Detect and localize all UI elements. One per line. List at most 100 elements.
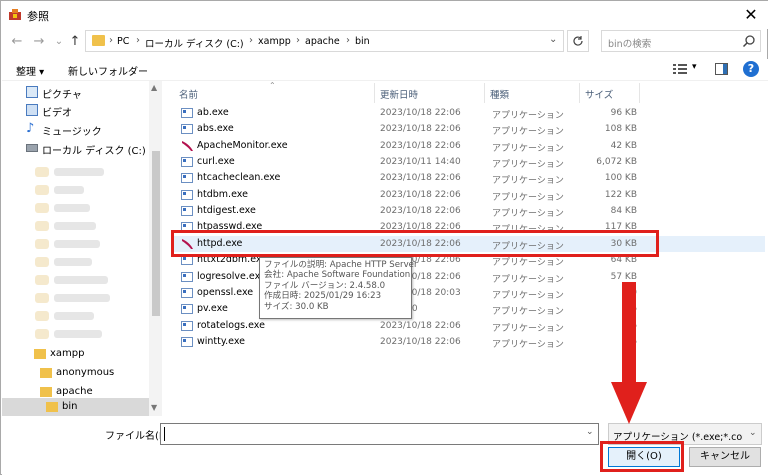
file-date: 2023/10/18 22:06 [380,108,461,118]
view-dropdown-icon[interactable]: ▾ [692,62,697,72]
search-box[interactable]: binの検索 [601,30,761,52]
column-divider[interactable] [639,83,640,103]
file-row[interactable]: curl.exe 2023/10/11 14:40 アプリケーション 6,072 KB [173,154,765,170]
sidebar-item-anonymous[interactable]: anonymous [2,364,150,383]
executable-icon [181,108,193,118]
column-divider[interactable] [579,83,580,103]
executable-icon [181,336,193,347]
drive-icon [26,144,38,152]
recent-locations-button[interactable]: ⌄ [51,34,67,50]
music-icon: ♪ [26,121,35,136]
sort-arrow-icon: ⌃ [269,81,276,90]
folder-icon [35,293,49,303]
file-date: 2023/10/18 22:06 [380,189,461,200]
view-options-icon[interactable] [673,63,687,75]
file-row[interactable]: ApacheMonitor.exe 2023/10/18 22:06 アプリケーショ… [173,138,765,154]
address-dropdown-icon[interactable]: ⌄ [549,34,557,45]
folder-icon [35,329,49,339]
file-info-tooltip: ファイルの説明: Apache HTTP Server 会社: Apache S… [259,257,418,319]
scroll-up-icon[interactable]: ▲ [151,83,157,92]
executable-icon [181,124,193,135]
breadcrumb-pc[interactable]: PC [117,36,129,47]
executable-icon [181,287,193,298]
file-name: ApacheMonitor.exe [197,139,288,151]
tooltip-size: サイズ: 30.0 KB [264,301,329,312]
executable-icon [181,173,193,184]
close-button[interactable]: ✕ [739,4,763,26]
file-size: 108 KB [604,124,637,135]
sidebar-scrollbar[interactable]: ▲ ▼ [149,81,162,416]
column-header-type[interactable]: 種類 [490,87,509,101]
organize-button[interactable]: 整理 ▾ [16,63,44,78]
sidebar-item-label: anonymous [56,367,115,378]
file-name: htdigest.exe [197,205,256,217]
new-folder-button[interactable]: 新しいフォルダー [68,63,148,78]
refresh-button[interactable] [567,30,589,52]
breadcrumb-separator: › [109,35,113,46]
cancel-button[interactable]: キャンセル [689,447,761,467]
title-bar: 参照 ✕ [1,1,768,29]
search-icon [742,35,755,48]
file-name: curl.exe [197,156,235,168]
tooltip-version: ファイル バージョン: 2.4.58.0 [264,280,386,291]
breadcrumb-separator: › [249,35,253,46]
file-name: htdbm.exe [197,188,248,200]
sidebar-item-music[interactable]: ♪ ミュージック [2,120,150,139]
breadcrumb-local-disk[interactable]: ローカル ディスク (C:) [145,36,244,50]
column-divider[interactable] [374,83,375,103]
column-divider[interactable] [484,83,485,103]
file-name: rotatelogs.exe [197,319,265,331]
breadcrumb-bin[interactable]: bin [355,36,370,47]
sidebar-item-label: ピクチャ [42,90,82,101]
tooltip-description: ファイルの説明: Apache HTTP Server [264,260,418,270]
file-row[interactable]: abs.exe 2023/10/18 22:06 アプリケーション 108 KB [173,121,765,137]
file-row[interactable]: htdbm.exe 2023/10/18 22:06 アプリケーション 122 KB [173,187,765,203]
red-arrow-annotation [611,282,647,424]
file-row[interactable]: htcacheclean.exe 2023/10/18 22:06 アプリケーション… [173,170,765,186]
preview-pane-icon[interactable] [715,63,728,75]
filename-input[interactable]: ⌄ [160,423,599,445]
address-bar[interactable]: › PC › ローカル ディスク (C:) › xampp › apache ›… [85,30,564,52]
scroll-down-icon[interactable]: ▼ [151,403,157,412]
forward-button[interactable]: → [31,34,47,50]
column-header-modified[interactable]: 更新日時 [380,87,418,101]
folder-icon [35,203,49,213]
file-type: アプリケーション [492,160,564,171]
file-row[interactable]: wintty.exe2023/10/18 22:06アプリケーション6 [173,334,765,350]
sidebar-item-label: bin [62,401,78,412]
column-header-name[interactable]: 名前 [179,87,198,101]
sidebar-item-local-disk[interactable]: ローカル ディスク (C:) [2,139,150,158]
sidebar-item-xampp[interactable]: xampp [2,345,150,364]
apache-feather-icon [182,140,193,151]
file-size: 6,072 KB [596,157,637,168]
sidebar-item-videos[interactable]: ビデオ [2,101,150,120]
breadcrumb-separator: › [296,35,300,46]
back-button[interactable]: ← [9,34,25,50]
file-size: 96 KB [610,108,637,118]
file-row[interactable]: htdigest.exe 2023/10/18 22:06 アプリケーション 84 K… [173,203,765,219]
folder-icon [34,349,46,359]
window-title: 参照 [27,10,49,23]
file-date: 2023/10/11 14:40 [380,157,461,168]
file-row[interactable]: ab.exe 2023/10/18 22:06 アプリケーション 96 KB [173,105,765,121]
file-type: アプリケーション [492,192,564,203]
executable-icon [181,206,193,217]
sidebar-item-bin[interactable]: bin [2,398,150,416]
filename-dropdown-icon[interactable]: ⌄ [586,427,594,437]
sidebar-item-pictures[interactable]: ピクチャ [2,83,150,102]
help-button[interactable]: ? [743,61,759,77]
search-placeholder: binの検索 [608,39,652,50]
file-size: 42 KB [610,140,637,151]
breadcrumb-xampp[interactable]: xampp [258,36,291,47]
folder-icon [35,275,49,285]
breadcrumb-apache[interactable]: apache [305,36,340,47]
command-bar: 整理 ▾ 新しいフォルダー ▾ ? [2,59,768,81]
file-row[interactable]: rotatelogs.exe2023/10/18 22:06アプリケーション6 [173,318,765,334]
up-button[interactable]: ↑ [67,34,83,50]
file-date: 2023/10/18 22:06 [380,206,461,217]
folder-icon [92,35,105,46]
column-header-size[interactable]: サイズ [585,87,613,101]
file-size: 122 KB [604,189,637,200]
scrollbar-thumb[interactable] [152,151,160,316]
folder-icon [35,239,49,249]
